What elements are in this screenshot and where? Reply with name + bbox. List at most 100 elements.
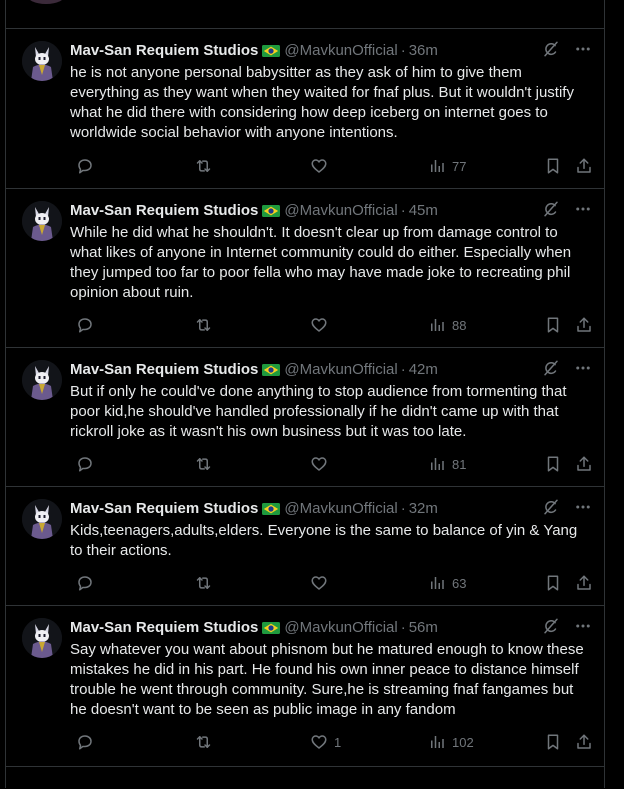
tweet[interactable]: Mav-San Requiem Studios @MavkunOfficial … xyxy=(6,29,604,189)
brazil-flag-icon xyxy=(262,44,281,57)
more-icon[interactable] xyxy=(574,40,592,58)
separator-dot: · xyxy=(400,499,406,517)
avatar[interactable] xyxy=(22,201,62,241)
like-button[interactable]: 1 xyxy=(310,733,341,751)
brazil-flag-icon xyxy=(262,621,281,634)
reply-icon xyxy=(76,455,94,473)
bookmark-icon xyxy=(544,733,562,751)
bookmark-button[interactable] xyxy=(544,733,562,751)
more-icon[interactable] xyxy=(574,617,592,635)
more-icon[interactable] xyxy=(574,200,592,218)
tweet-text: While he did what he shouldn't. It doesn… xyxy=(70,224,572,301)
timestamp[interactable]: 45m xyxy=(409,202,438,219)
author-name[interactable]: Mav-San Requiem Studios xyxy=(70,361,258,378)
like-button[interactable] xyxy=(310,455,334,473)
tweet-header: Mav-San Requiem Studios @MavkunOfficial … xyxy=(70,617,592,637)
reply-button[interactable] xyxy=(76,316,100,334)
repost-button[interactable] xyxy=(194,574,219,592)
share-button[interactable] xyxy=(575,574,593,592)
repost-icon xyxy=(194,316,213,334)
author-name[interactable]: Mav-San Requiem Studios xyxy=(70,619,258,636)
bookmark-button[interactable] xyxy=(544,455,562,473)
share-icon xyxy=(575,157,593,175)
views-count: 77 xyxy=(452,158,467,174)
views-icon xyxy=(428,455,446,473)
tweet-header: Mav-San Requiem Studios @MavkunOfficial … xyxy=(70,40,592,60)
avatar[interactable] xyxy=(22,360,62,400)
grok-icon[interactable] xyxy=(542,498,560,516)
repost-button[interactable] xyxy=(194,157,219,175)
timestamp[interactable]: 36m xyxy=(409,42,438,59)
share-button[interactable] xyxy=(575,733,593,751)
share-button[interactable] xyxy=(575,455,593,473)
more-icon[interactable] xyxy=(574,359,592,377)
heart-icon xyxy=(310,455,328,473)
avatar[interactable] xyxy=(22,41,62,81)
bookmark-icon xyxy=(544,455,562,473)
author-handle[interactable]: @MavkunOfficial xyxy=(284,500,397,517)
share-icon xyxy=(575,733,593,751)
views-icon xyxy=(428,733,446,751)
reply-icon xyxy=(76,733,94,751)
reply-button[interactable] xyxy=(76,574,100,592)
avatar[interactable] xyxy=(22,618,62,658)
bookmark-button[interactable] xyxy=(544,574,562,592)
views-count: 63 xyxy=(452,575,467,591)
author-handle[interactable]: @MavkunOfficial xyxy=(284,619,397,636)
more-icon[interactable] xyxy=(574,498,592,516)
author-handle[interactable]: @MavkunOfficial xyxy=(284,202,397,219)
timestamp[interactable]: 32m xyxy=(409,500,438,517)
author-name[interactable]: Mav-San Requiem Studios xyxy=(70,202,258,219)
share-button[interactable] xyxy=(575,157,593,175)
grok-icon[interactable] xyxy=(542,359,560,377)
author-name[interactable]: Mav-San Requiem Studios xyxy=(70,42,258,59)
tweet[interactable]: Mav-San Requiem Studios @MavkunOfficial … xyxy=(6,348,604,487)
timestamp[interactable]: 56m xyxy=(409,619,438,636)
bookmark-icon xyxy=(544,316,562,334)
tweet-text: he is not anyone personal babysitter as … xyxy=(70,64,574,141)
action-bar: 81 xyxy=(70,455,594,475)
reply-button[interactable] xyxy=(76,455,100,473)
views-button[interactable]: 77 xyxy=(428,157,466,175)
views-button[interactable]: 81 xyxy=(428,455,466,473)
tweet[interactable]: Mav-San Requiem Studios @MavkunOfficial … xyxy=(6,487,604,606)
reply-button[interactable] xyxy=(76,157,100,175)
views-button[interactable]: 102 xyxy=(428,733,474,751)
timeline-column: Mav-San Requiem Studios @MavkunOfficial … xyxy=(5,0,605,788)
tweet-header: Mav-San Requiem Studios @MavkunOfficial … xyxy=(70,359,592,379)
avatar[interactable] xyxy=(22,499,62,539)
reply-button[interactable] xyxy=(76,733,100,751)
repost-icon xyxy=(194,455,213,473)
author-handle[interactable]: @MavkunOfficial xyxy=(284,42,397,59)
views-button[interactable]: 88 xyxy=(428,316,466,334)
tweet-text: But if only he could've done anything to… xyxy=(70,383,567,440)
repost-button[interactable] xyxy=(194,733,219,751)
grok-icon[interactable] xyxy=(542,200,560,218)
like-button[interactable] xyxy=(310,157,334,175)
repost-button[interactable] xyxy=(194,316,219,334)
brazil-flag-icon xyxy=(262,204,281,217)
views-icon xyxy=(428,574,446,592)
tweet-header: Mav-San Requiem Studios @MavkunOfficial … xyxy=(70,498,592,518)
repost-button[interactable] xyxy=(194,455,219,473)
share-button[interactable] xyxy=(575,316,593,334)
bookmark-button[interactable] xyxy=(544,157,562,175)
bookmark-button[interactable] xyxy=(544,316,562,334)
previous-tweet-stub[interactable] xyxy=(6,0,604,29)
views-icon xyxy=(428,316,446,334)
views-button[interactable]: 63 xyxy=(428,574,466,592)
reply-icon xyxy=(76,574,94,592)
author-handle[interactable]: @MavkunOfficial xyxy=(284,361,397,378)
repost-icon xyxy=(194,574,213,592)
like-button[interactable] xyxy=(310,316,334,334)
grok-icon[interactable] xyxy=(542,40,560,58)
tweet[interactable]: Mav-San Requiem Studios @MavkunOfficial … xyxy=(6,189,604,348)
author-name[interactable]: Mav-San Requiem Studios xyxy=(70,500,258,517)
tweet-text: Say whatever you want about phisnom but … xyxy=(70,641,584,718)
like-button[interactable] xyxy=(310,574,334,592)
next-tweet-stub[interactable] xyxy=(6,766,604,789)
action-bar: 88 xyxy=(70,316,594,336)
timestamp[interactable]: 42m xyxy=(409,361,438,378)
tweet[interactable]: Mav-San Requiem Studios @MavkunOfficial … xyxy=(6,606,604,767)
grok-icon[interactable] xyxy=(542,617,560,635)
